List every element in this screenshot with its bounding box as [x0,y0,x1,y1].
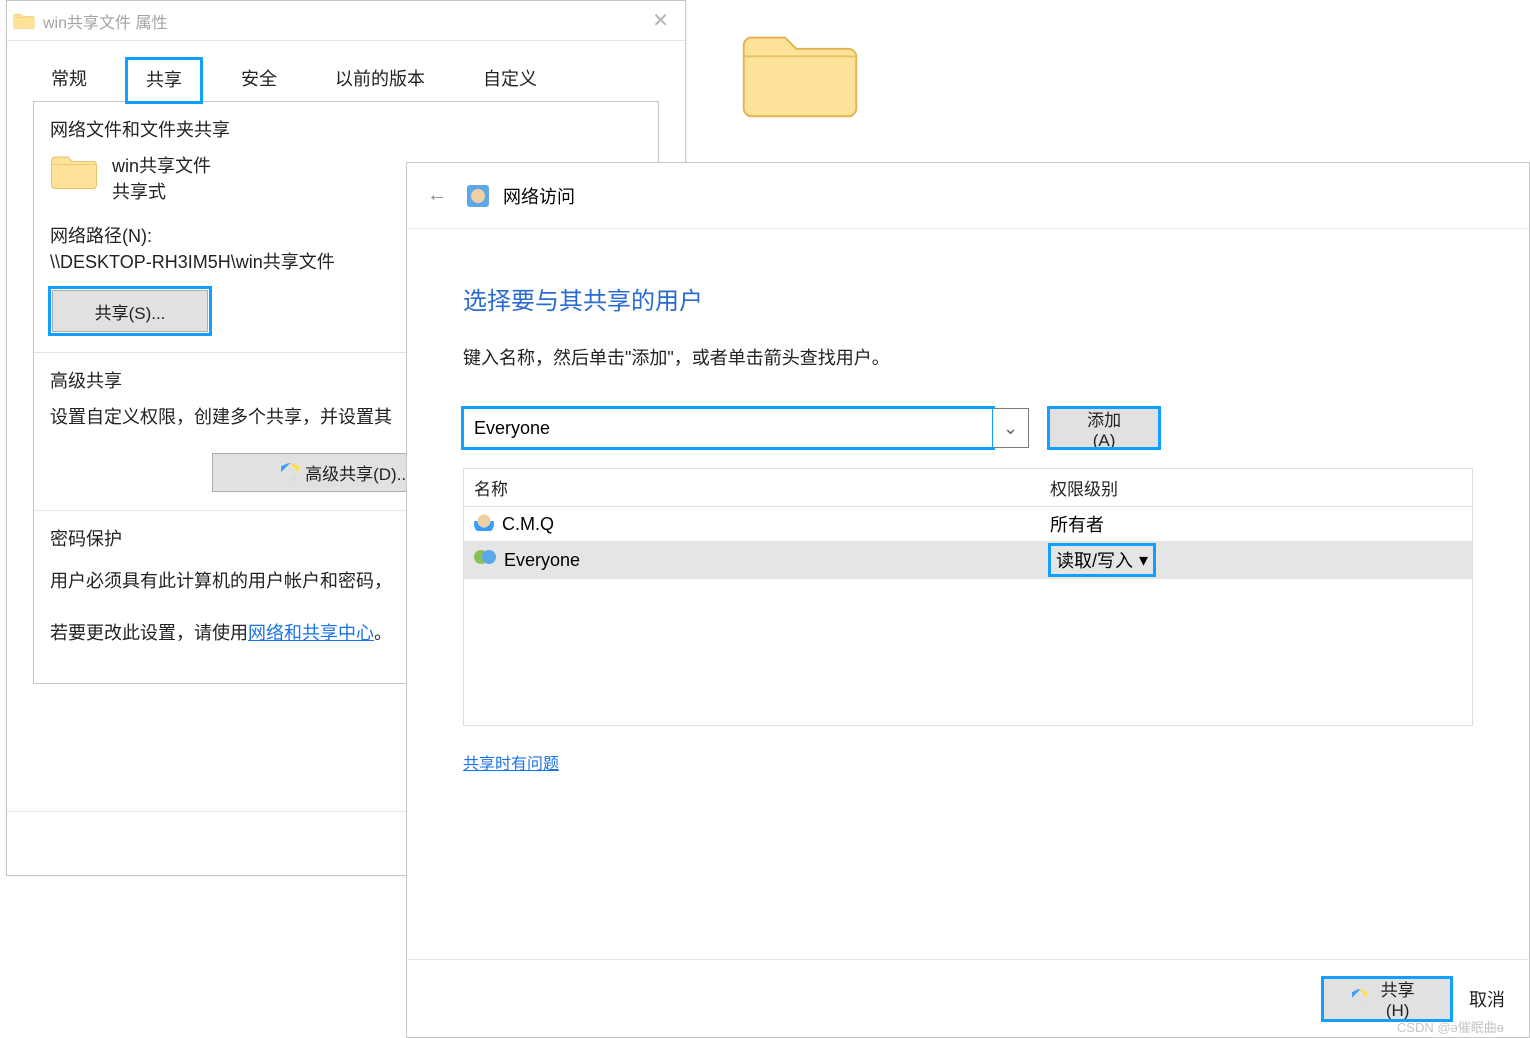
pwd-line2-suffix: 。 [374,623,392,643]
wizard-footer: 共享(H) 取消 [407,959,1529,1037]
combo-value: Everyone [474,418,550,439]
network-access-wizard: ← 网络访问 选择要与其共享的用户 键入名称，然后单击"添加"，或者单击箭头查找… [406,162,1530,1038]
properties-title: win共享文件 属性 [43,9,167,33]
tab-general[interactable]: 常规 [33,59,105,102]
tab-custom[interactable]: 自定义 [465,59,555,102]
folder-icon [13,12,35,30]
table-row[interactable]: C.M.Q 所有者 [464,507,1472,541]
wizard-share-button[interactable]: 共享(H) [1323,978,1451,1020]
col-name: 名称 [464,469,1040,506]
desktop-folder[interactable] [740,30,880,120]
section-heading: 网络文件和文件夹共享 [50,116,642,142]
col-perm: 权限级别 [1040,469,1472,506]
network-center-link[interactable]: 网络和共享中心 [248,623,374,643]
wizard-cancel-button[interactable]: 取消 [1469,986,1505,1012]
chevron-down-icon: ⌄ [1003,418,1018,439]
properties-titlebar: win共享文件 属性 ✕ [7,1,685,41]
share-button[interactable]: 共享(S)... [52,290,208,332]
wizard-subtitle: 键入名称，然后单击"添加"，或者单击箭头查找用户。 [463,344,1473,370]
wizard-icon [467,185,489,207]
watermark: CSDN @ə催眠曲ɵ [1397,1017,1504,1036]
perm-dropdown[interactable]: 读取/写入 ▾ [1050,545,1154,575]
folder-icon [50,152,98,192]
group-icon [474,550,496,570]
share-status: 共享式 [112,178,211,204]
tab-share[interactable]: 共享 [127,59,201,102]
grid-body: C.M.Q 所有者 Everyone 读取/写入 ▾ [463,506,1473,726]
wizard-title: 选择要与其共享的用户 [463,281,1473,316]
folder-name: win共享文件 [112,152,211,178]
wizard-header: ← 网络访问 [407,163,1529,229]
chevron-down-icon: ▾ [1139,550,1148,571]
tabs-bar: 常规 共享 安全 以前的版本 自定义 [7,41,685,102]
share-help-link[interactable]: 共享时有问题 [463,756,559,773]
add-button[interactable]: 添加(A) [1049,408,1159,448]
table-row[interactable]: Everyone 读取/写入 ▾ [464,541,1472,579]
tab-versions[interactable]: 以前的版本 [317,59,443,102]
user-combo[interactable]: Everyone [463,408,993,448]
grid-header: 名称 权限级别 [463,468,1473,506]
pwd-line2-prefix: 若要更改此设置，请使用 [50,623,248,643]
perm-owner: 所有者 [1050,511,1104,537]
shield-icon [1352,989,1367,1009]
shield-icon [281,463,299,483]
combo-dropdown[interactable]: ⌄ [993,408,1029,448]
wizard-header-title: 网络访问 [503,183,575,209]
tab-security[interactable]: 安全 [223,59,295,102]
close-icon[interactable]: ✕ [642,8,679,33]
back-icon[interactable]: ← [421,178,453,213]
user-icon [474,514,494,534]
